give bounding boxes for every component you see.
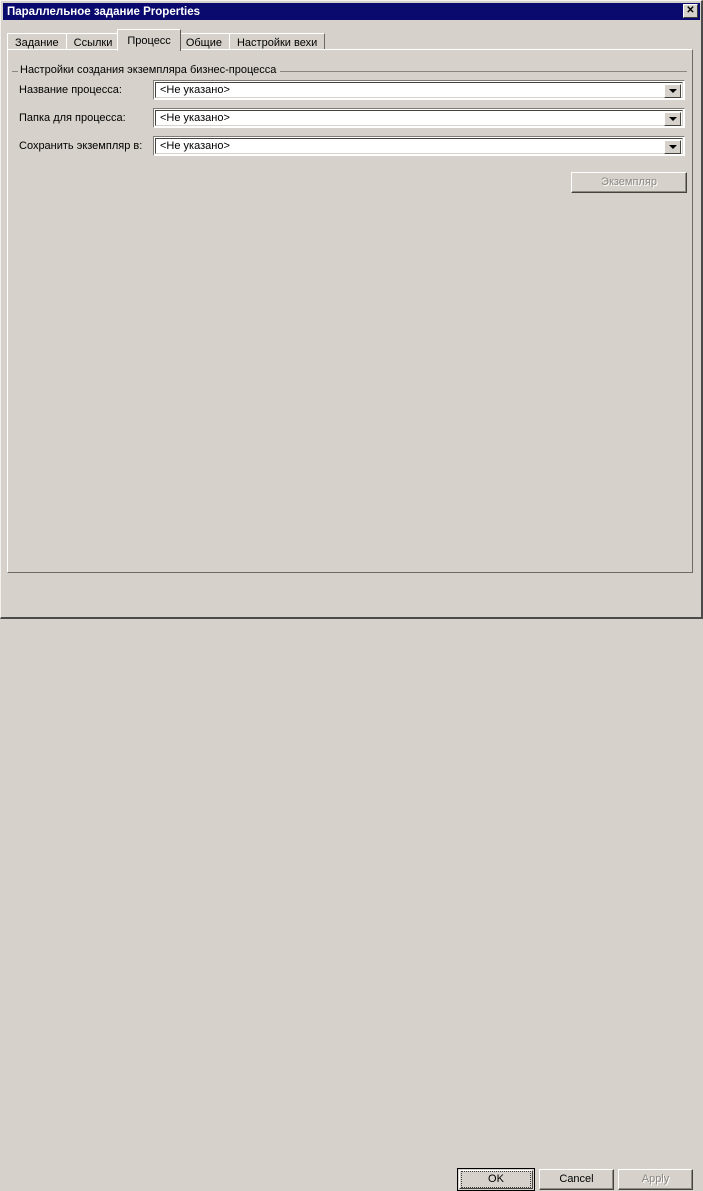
tab-process[interactable]: Процесс (117, 29, 181, 51)
tab-label: Процесс (127, 34, 171, 47)
instance-button-label: Экземпляр (601, 176, 657, 188)
tab-label: Задание (15, 36, 59, 49)
cancel-button-label: Cancel (559, 1173, 594, 1185)
combobox-field[interactable]: <Не указано> (155, 82, 683, 98)
combobox-field[interactable]: <Не указано> (155, 138, 683, 154)
label-save-instance-to: Сохранить экземпляр в: (19, 140, 143, 152)
field-row-save-instance-to: Сохранить экземпляр в: <Не указано> (1, 136, 687, 156)
instance-button[interactable]: Экземпляр (571, 172, 687, 193)
close-icon[interactable]: ✕ (683, 4, 698, 18)
tab-label: Общие (185, 36, 222, 49)
close-glyph: ✕ (686, 5, 695, 16)
tab-label: Настройки вехи (236, 36, 318, 49)
label-process-name: Название процесса: (19, 84, 122, 96)
apply-button[interactable]: Apply (618, 1169, 693, 1190)
title-bar[interactable]: Параллельное задание Properties ✕ (3, 3, 700, 20)
groupbox-legend: Настройки создания экземпляра бизнес-про… (18, 64, 281, 76)
chevron-down-icon[interactable] (664, 112, 681, 126)
combobox-field[interactable]: <Не указано> (155, 110, 683, 126)
combobox-process-name[interactable]: <Не указано> (153, 80, 685, 100)
ok-button-label: OK (488, 1173, 504, 1185)
ok-button[interactable]: OK (457, 1168, 535, 1191)
field-row-process-name: Название процесса: <Не указано> (1, 80, 687, 100)
label-process-folder: Папка для процесса: (19, 112, 126, 124)
tab-label: Ссылки (73, 36, 113, 49)
chevron-down-icon[interactable] (664, 140, 681, 154)
window-title: Параллельное задание Properties (7, 5, 201, 18)
chevron-down-icon[interactable] (664, 84, 681, 98)
properties-dialog-window: Параллельное задание Properties ✕ Задани… (0, 0, 703, 1191)
combobox-value: <Не указано> (160, 112, 230, 124)
combobox-value: <Не указано> (160, 140, 230, 152)
combobox-value: <Не указано> (160, 84, 230, 96)
combobox-process-folder[interactable]: <Не указано> (153, 108, 685, 128)
combobox-save-instance-to[interactable]: <Не указано> (153, 136, 685, 156)
field-row-process-folder: Папка для процесса: <Не указано> (1, 108, 687, 128)
dialog-button-bar: OK Cancel Apply (1, 584, 700, 1191)
tab-strip: Задание Ссылки Процесс Общие Настройки в… (7, 29, 326, 51)
apply-button-label: Apply (641, 1173, 670, 1185)
cancel-button[interactable]: Cancel (539, 1169, 614, 1190)
